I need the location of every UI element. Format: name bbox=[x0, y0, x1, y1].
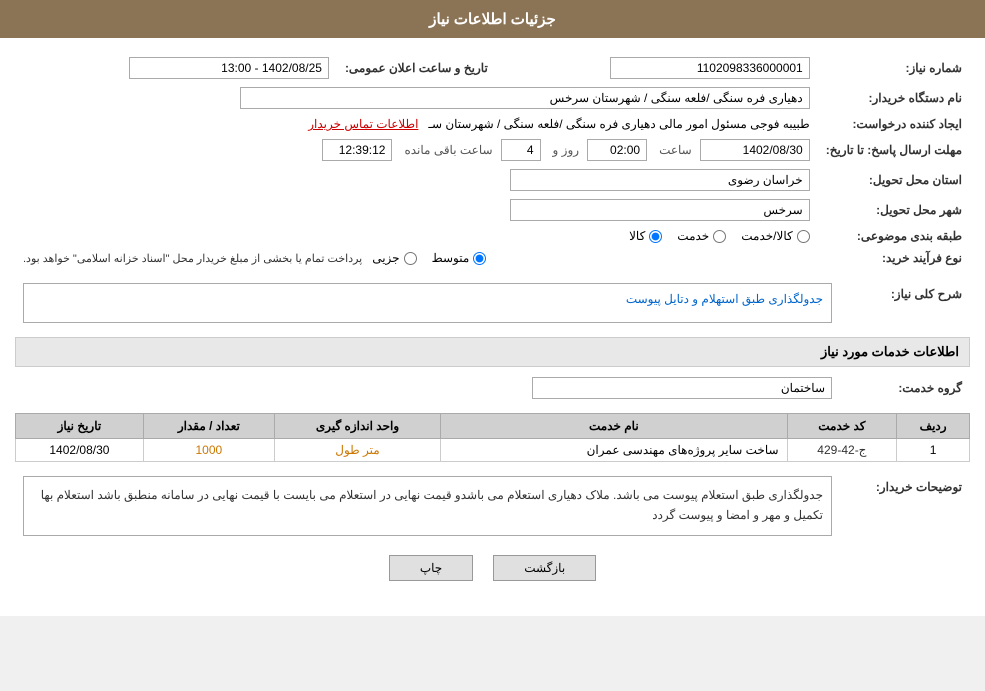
announce-date-value: 1402/08/25 - 13:00 bbox=[129, 57, 329, 79]
delivery-province-label: استان محل تحویل: bbox=[818, 165, 970, 195]
info-table: شماره نیاز: 1102098336000001 تاریخ و ساع… bbox=[15, 53, 970, 269]
buyer-description-value: جدولگذاری طبق استعلام پیوست می باشد. ملا… bbox=[23, 476, 832, 536]
cell-unit: متر طول bbox=[274, 439, 440, 462]
col-code: کد خدمت bbox=[787, 414, 897, 439]
print-button[interactable]: چاپ bbox=[389, 555, 473, 581]
purchase-option-jozyi[interactable]: جزیی bbox=[372, 251, 416, 265]
purchase-label-mutavassit: متوسط bbox=[432, 251, 470, 265]
col-date: تاریخ نیاز bbox=[16, 414, 144, 439]
col-name: نام خدمت bbox=[441, 414, 787, 439]
delivery-city: سرخس bbox=[510, 199, 810, 221]
buyer-description-table: توضیحات خریدار: جدولگذاری طبق استعلام پی… bbox=[15, 472, 970, 540]
col-row-num: ردیف bbox=[897, 414, 970, 439]
page-header: جزئیات اطلاعات نیاز bbox=[0, 0, 985, 38]
delivery-city-label: شهر محل تحویل: bbox=[818, 195, 970, 225]
need-description-value: جدولگذاری طبق استهلام و دتایل پیوست bbox=[23, 283, 832, 323]
reply-days: 4 bbox=[501, 139, 541, 161]
service-group-label: گروه خدمت: bbox=[840, 373, 970, 403]
buyer-org-label: نام دستگاه خریدار: bbox=[818, 83, 970, 113]
subject-radio-khadamat[interactable] bbox=[713, 230, 726, 243]
subject-option-kala[interactable]: کالا bbox=[629, 229, 662, 243]
subject-option-kala-khadamat[interactable]: کالا/خدمت bbox=[741, 229, 809, 243]
need-description-table: شرح کلی نیاز: جدولگذاری طبق استهلام و دت… bbox=[15, 279, 970, 327]
reply-deadline-label: مهلت ارسال پاسخ: تا تاریخ: bbox=[818, 135, 970, 165]
subject-radio-kala[interactable] bbox=[649, 230, 662, 243]
reply-days-label: روز و bbox=[553, 143, 580, 157]
creator-value: طبیبه فوجی مسئول امور مالی دهیاری فره سن… bbox=[428, 117, 809, 131]
cell-date: 1402/08/30 bbox=[16, 439, 144, 462]
need-number-label: شماره نیاز: bbox=[818, 53, 970, 83]
cell-name: ساخت سایر پروژه‌های مهندسی عمران bbox=[441, 439, 787, 462]
need-number-value: 1102098336000001 bbox=[610, 57, 810, 79]
col-qty: تعداد / مقدار bbox=[143, 414, 274, 439]
back-button[interactable]: بازگشت bbox=[493, 555, 596, 581]
subject-type-label: طبقه بندی موضوعی: bbox=[818, 225, 970, 247]
services-section-header: اطلاعات خدمات مورد نیاز bbox=[15, 337, 970, 367]
purchase-note: پرداخت تمام یا بخشی از مبلغ خریدار محل "… bbox=[23, 252, 362, 265]
service-group-table: گروه خدمت: ساختمان bbox=[15, 373, 970, 403]
reply-remaining-label: ساعت باقی مانده bbox=[404, 143, 492, 157]
buttons-row: بازگشت چاپ bbox=[15, 555, 970, 601]
creator-label: ایجاد کننده درخواست: bbox=[818, 113, 970, 135]
subject-radio-kala-khadamat[interactable] bbox=[797, 230, 810, 243]
buyer-description-label: توضیحات خریدار: bbox=[840, 472, 970, 540]
purchase-label-jozyi: جزیی bbox=[372, 251, 399, 265]
purchase-type-group: متوسط جزیی bbox=[372, 251, 486, 265]
services-table: ردیف کد خدمت نام خدمت واحد اندازه گیری ت… bbox=[15, 413, 970, 462]
reply-time: 02:00 bbox=[587, 139, 647, 161]
reply-date: 1402/08/30 bbox=[700, 139, 810, 161]
reply-remaining: 12:39:12 bbox=[322, 139, 392, 161]
reply-time-label: ساعت bbox=[659, 143, 692, 157]
subject-label-kala-khadamat: کالا/خدمت bbox=[741, 229, 792, 243]
page-title: جزئیات اطلاعات نیاز bbox=[429, 11, 556, 28]
cell-code: ج-42-429 bbox=[787, 439, 897, 462]
subject-type-group: کالا/خدمت خدمت کالا bbox=[23, 229, 810, 243]
purchase-option-mutavassit[interactable]: متوسط bbox=[432, 251, 487, 265]
col-unit: واحد اندازه گیری bbox=[274, 414, 440, 439]
cell-qty: 1000 bbox=[143, 439, 274, 462]
delivery-province: خراسان رضوی bbox=[510, 169, 810, 191]
purchase-type-label: نوع فرآیند خرید: bbox=[818, 247, 970, 269]
purchase-radio-jozyi[interactable] bbox=[404, 252, 417, 265]
service-group-value: ساختمان bbox=[532, 377, 832, 399]
buyer-org-value: دهیاری فره سنگی /فلعه سنگی / شهرستان سرخ… bbox=[240, 87, 810, 109]
subject-label-kala: کالا bbox=[629, 229, 645, 243]
cell-num: 1 bbox=[897, 439, 970, 462]
subject-label-khadamat: خدمت bbox=[677, 229, 709, 243]
need-description-label: شرح کلی نیاز: bbox=[840, 279, 970, 327]
purchase-radio-mutavassit[interactable] bbox=[473, 252, 486, 265]
table-row: 1 ج-42-429 ساخت سایر پروژه‌های مهندسی عم… bbox=[16, 439, 970, 462]
contact-link[interactable]: اطلاعات تماس خریدار bbox=[308, 117, 418, 131]
subject-option-khadamat[interactable]: خدمت bbox=[677, 229, 726, 243]
announce-date-label: تاریخ و ساعت اعلان عمومی: bbox=[337, 53, 496, 83]
